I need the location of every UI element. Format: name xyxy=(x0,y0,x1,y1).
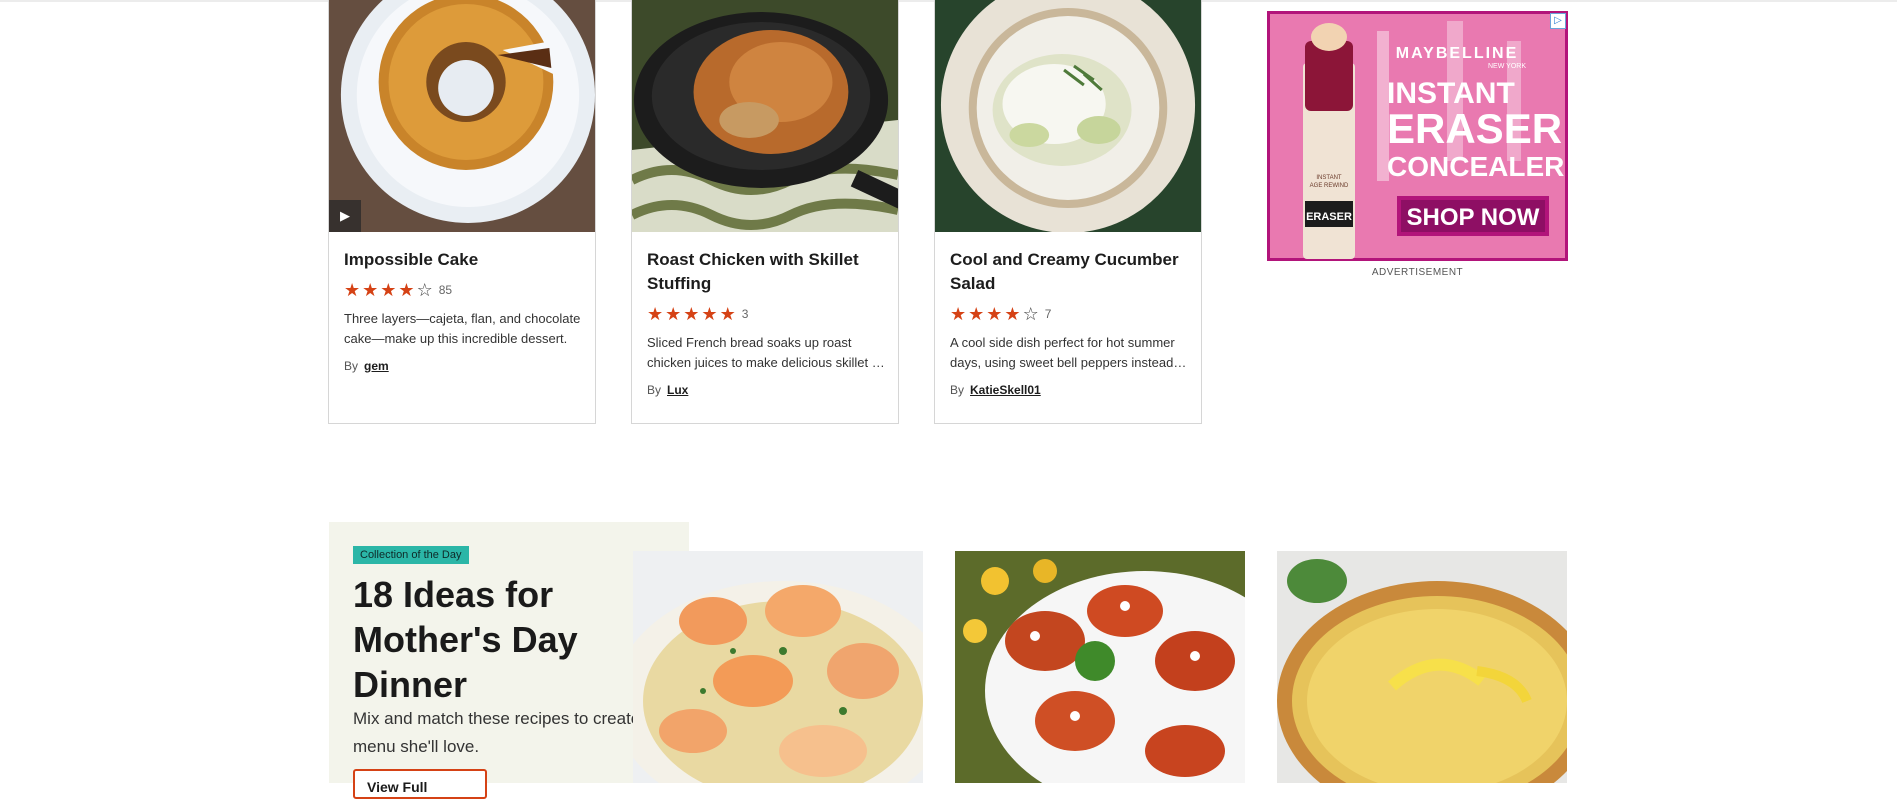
collection-image[interactable] xyxy=(633,551,923,783)
star-rating: ★ ★ ★ ★ ☆ 85 xyxy=(344,280,452,300)
star-icon: ★ xyxy=(683,304,700,324)
svg-text:NEW YORK: NEW YORK xyxy=(1488,63,1526,70)
author-link[interactable]: gem xyxy=(364,359,389,373)
rating-count: 85 xyxy=(438,283,453,297)
star-icon: ★ xyxy=(647,304,664,324)
star-icon: ★ xyxy=(719,304,736,324)
star-icon: ★ xyxy=(380,280,397,300)
svg-text:ERASER: ERASER xyxy=(1306,211,1352,223)
svg-text:ERASER: ERASER xyxy=(1387,105,1562,152)
star-icon: ★ xyxy=(1004,304,1021,324)
star-icon: ★ xyxy=(701,304,718,324)
author-link[interactable]: Lux xyxy=(667,383,688,397)
rating-count: 7 xyxy=(1044,307,1052,321)
recipe-description: Sliced French bread soaks up roast chick… xyxy=(647,335,885,370)
rating-count: 3 xyxy=(741,307,749,321)
svg-text:INSTANT: INSTANT xyxy=(1316,175,1342,181)
recipe-image[interactable] xyxy=(632,0,898,232)
svg-text:MAYBELLINE: MAYBELLINE xyxy=(1396,45,1519,62)
star-empty-icon: ☆ xyxy=(1022,304,1039,324)
adchoices-icon[interactable]: ▷ xyxy=(1550,13,1566,29)
collection-description: Mix and match these recipes to create a … xyxy=(353,709,655,756)
star-icon: ★ xyxy=(398,280,415,300)
play-icon[interactable]: ▶ xyxy=(329,200,361,232)
collection-badge: Collection of the Day xyxy=(353,546,469,564)
recipe-byline: By gem xyxy=(344,359,389,373)
recipe-card[interactable]: ▶ Impossible Cake ★ ★ ★ ★ ☆ 85 Three lay… xyxy=(328,0,596,424)
advertisement-banner[interactable]: INSTANT AGE REWIND ERASER MAYBELLINE NEW… xyxy=(1267,11,1568,261)
collection-title[interactable]: 18 Ideas for Mother's Day Dinner xyxy=(353,572,663,707)
star-icon: ★ xyxy=(968,304,985,324)
star-rating: ★ ★ ★ ★ ☆ 7 xyxy=(950,304,1051,324)
advertisement-label: ADVERTISEMENT xyxy=(1371,267,1464,278)
recipe-image[interactable] xyxy=(935,0,1201,232)
svg-text:SHOP NOW: SHOP NOW xyxy=(1407,204,1540,231)
svg-text:AGE REWIND: AGE REWIND xyxy=(1310,183,1349,189)
author-link[interactable]: KatieSkell01 xyxy=(970,383,1041,397)
recipe-image[interactable]: ▶ xyxy=(329,0,595,232)
star-icon: ★ xyxy=(665,304,682,324)
star-icon: ★ xyxy=(986,304,1003,324)
svg-text:CONCEALER: CONCEALER xyxy=(1387,151,1564,182)
recipe-title[interactable]: Impossible Cake xyxy=(344,248,584,272)
recipe-card[interactable]: Cool and Creamy Cucumber Salad ★ ★ ★ ★ ☆… xyxy=(934,0,1202,424)
recipe-title[interactable]: Cool and Creamy Cucumber Salad xyxy=(950,248,1190,296)
star-icon: ★ xyxy=(950,304,967,324)
star-icon: ★ xyxy=(344,280,361,300)
star-icon: ★ xyxy=(362,280,379,300)
recipe-byline: By Lux xyxy=(647,383,689,397)
recipe-byline: By KatieSkell01 xyxy=(950,383,1041,397)
recipe-card[interactable]: Roast Chicken with Skillet Stuffing ★ ★ … xyxy=(631,0,899,424)
recipe-description: Three layers—cajeta, flan, and chocolate… xyxy=(344,311,581,346)
collection-image[interactable] xyxy=(955,551,1245,783)
star-rating: ★ ★ ★ ★ ★ 3 xyxy=(647,304,748,324)
recipe-title[interactable]: Roast Chicken with Skillet Stuffing xyxy=(647,248,887,296)
view-collection-button[interactable]: View Full Collection xyxy=(353,769,487,799)
star-empty-icon: ☆ xyxy=(416,280,433,300)
recipe-description: A cool side dish perfect for hot summer … xyxy=(950,335,1188,370)
collection-image[interactable] xyxy=(1277,551,1567,783)
